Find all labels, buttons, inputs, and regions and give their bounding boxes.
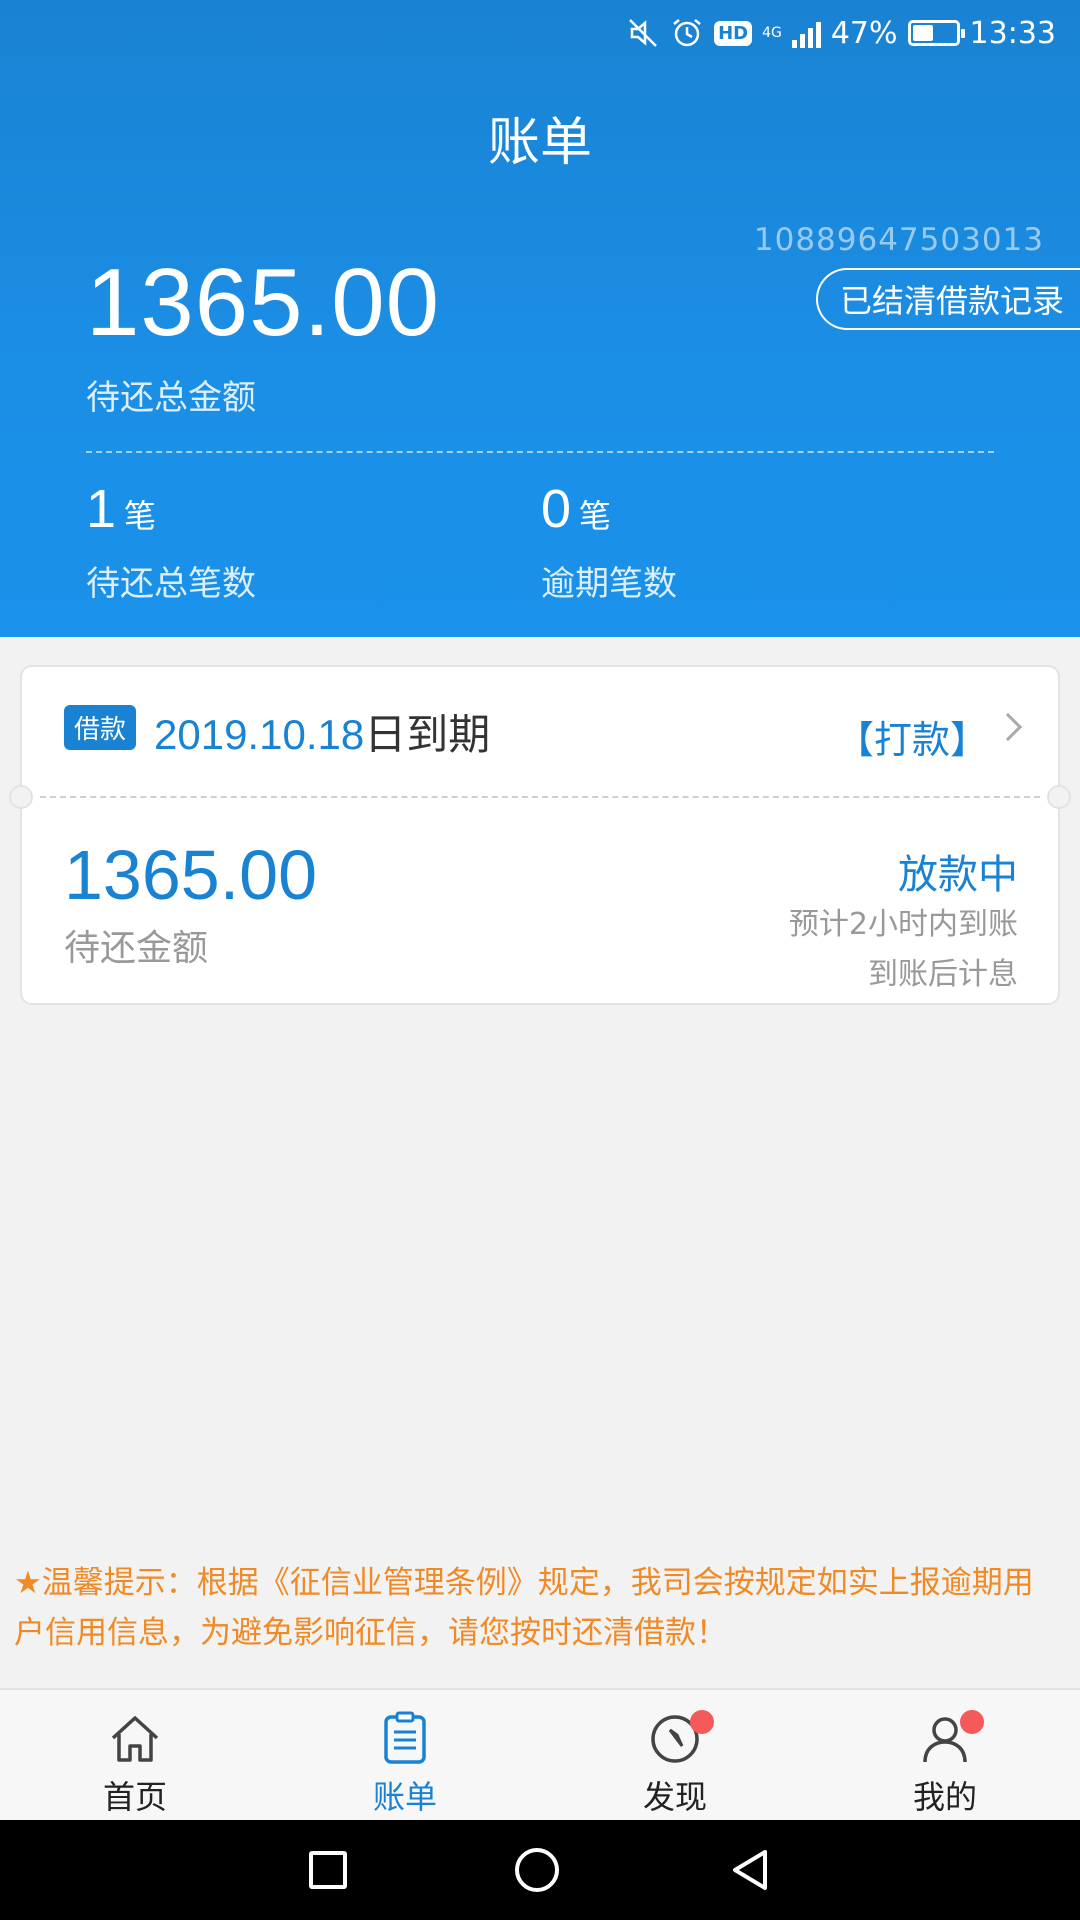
payment-action-link[interactable]: 【打款】	[836, 709, 988, 764]
battery-level	[912, 25, 933, 41]
pending-count-stat: 1笔 待还总笔数	[86, 478, 256, 604]
overdue-count-stat: 0笔 逾期笔数	[541, 478, 677, 604]
signal-icon	[791, 18, 821, 48]
tab-home[interactable]: 首页	[0, 1690, 270, 1820]
system-nav-bar	[0, 1820, 1080, 1920]
back-button[interactable]	[727, 1848, 771, 1892]
alarm-icon	[670, 16, 704, 50]
tab-bill-label: 账单	[372, 1778, 437, 1816]
overdue-count: 0	[541, 479, 572, 539]
settled-records-button[interactable]: 已结清借款记录	[815, 268, 1080, 330]
due-suffix: 日到期	[364, 710, 491, 759]
total-amount: 1365.00	[86, 249, 441, 356]
tab-mine[interactable]: 我的	[810, 1690, 1080, 1820]
pending-unit: 笔	[124, 497, 157, 535]
bottom-tab-bar: 首页 账单 发现 我的	[0, 1688, 1080, 1820]
mine-badge-dot	[960, 1710, 984, 1734]
page-title: 账单	[487, 113, 592, 173]
recents-button[interactable]	[309, 1851, 347, 1889]
home-button[interactable]	[515, 1848, 559, 1892]
mute-icon	[626, 16, 660, 50]
total-amount-label: 待还总金额	[86, 378, 256, 418]
loan-card[interactable]: 借款 2019.10.18日到期 【打款】 1365.00 待还金额 放款中 预…	[9, 665, 1071, 1005]
status-bar: HD 4G 47% 13:33	[0, 0, 1080, 66]
tab-home-label: 首页	[102, 1778, 167, 1816]
warm-notice: ★温馨提示：根据《征信业管理条例》规定，我司会按规定如实上报逾期用户信用信息，为…	[14, 1565, 1034, 1651]
interest-note: 到账后计息	[868, 957, 1018, 992]
hd-icon: HD	[714, 20, 753, 46]
tab-mine-label: 我的	[912, 1778, 977, 1816]
divider	[86, 451, 994, 453]
loan-status: 放款中	[898, 852, 1018, 898]
loan-amount-label: 待还金额	[64, 928, 209, 969]
loan-amount: 1365.00	[64, 836, 318, 914]
tab-discover-label: 发现	[642, 1778, 707, 1816]
battery-percent: 47%	[830, 15, 898, 51]
card-notch-right	[1047, 785, 1071, 809]
arrival-estimate: 预计2小时内到账	[788, 907, 1018, 942]
account-number: 10889647503013	[753, 222, 1044, 258]
chevron-right-icon[interactable]	[993, 712, 1023, 742]
due-date: 2019.10.18	[154, 711, 365, 758]
card-divider	[40, 796, 1040, 798]
tab-discover[interactable]: 发现	[540, 1690, 810, 1820]
pending-count-label: 待还总笔数	[86, 564, 256, 604]
battery-icon	[907, 20, 965, 46]
header-panel: HD 4G 47% 13:33 账单 10889647503013 已结清借款记…	[0, 0, 1080, 637]
overdue-count-label: 逾期笔数	[541, 564, 677, 604]
clock: 13:33	[969, 15, 1056, 51]
discover-badge-dot	[690, 1710, 714, 1734]
bill-icon	[384, 1711, 426, 1764]
card-notch-left	[9, 785, 33, 809]
tab-bill[interactable]: 账单	[270, 1690, 540, 1820]
home-icon	[111, 1716, 159, 1762]
loan-tag: 借款	[64, 705, 137, 750]
network-type: 4G	[762, 25, 782, 41]
pending-count: 1	[86, 479, 117, 539]
due-date-line: 2019.10.18日到期	[154, 701, 490, 762]
overdue-unit: 笔	[579, 497, 612, 535]
